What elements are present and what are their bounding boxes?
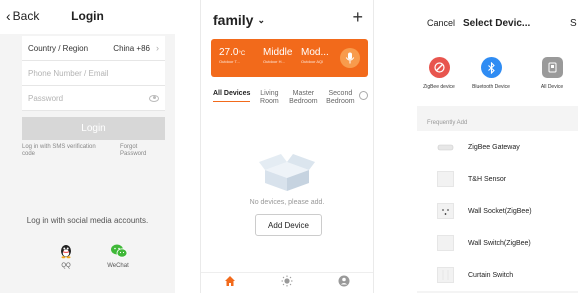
category-bluetooth[interactable]: Bluetooth Device xyxy=(461,57,521,90)
sms-login-link[interactable]: Log in with SMS verification code xyxy=(22,144,102,158)
login-form: Country / Region China +86 › Phone Numbe… xyxy=(22,36,165,111)
device-name: Wall Switch(ZigBee) xyxy=(468,239,531,247)
add-icon[interactable]: + xyxy=(352,7,363,28)
profile-icon[interactable] xyxy=(338,274,350,292)
humidity-caption: Outdoor H... xyxy=(263,59,285,64)
select-device-header: Cancel Select Devic... S xyxy=(417,0,578,44)
temperature-caption: Outdoor T... xyxy=(219,59,240,64)
microphone-icon[interactable] xyxy=(340,48,360,68)
weather-banner: 27.0°C Outdoor T... Middle Outdoor H... … xyxy=(211,39,368,77)
wechat-login-button[interactable]: WeChat xyxy=(98,243,138,269)
list-item[interactable]: T&H Sensor xyxy=(417,163,578,195)
qq-login-button[interactable]: QQ xyxy=(46,243,86,269)
device-name: T&H Sensor xyxy=(468,175,507,183)
password-placeholder: Password xyxy=(28,93,64,103)
eye-icon[interactable] xyxy=(149,94,159,102)
home-screen: family ⌄ + 27.0°C Outdoor T... Middle Ou… xyxy=(200,0,374,293)
gear-icon[interactable] xyxy=(359,91,368,100)
login-header: ‹ Back Login xyxy=(0,0,175,34)
tab-living-room[interactable]: Living Room xyxy=(257,90,281,106)
list-item[interactable]: ZigBee Gateway xyxy=(417,131,578,163)
zigbee-icon xyxy=(428,57,450,78)
tab-all-devices[interactable]: All Devices xyxy=(213,90,251,102)
category-label: Bluetooth Device xyxy=(472,84,510,90)
family-selector[interactable]: family ⌄ xyxy=(213,12,265,28)
list-item[interactable]: Curtain Switch xyxy=(417,259,578,291)
device-name: ZigBee Gateway xyxy=(468,143,520,151)
category-label: All Device xyxy=(540,84,564,90)
empty-box-illustration xyxy=(257,150,317,197)
switch-icon xyxy=(437,235,454,251)
device-icon xyxy=(541,57,563,78)
device-list: ZigBee Gateway T&H Sensor Wall Socket(Zi… xyxy=(417,131,578,291)
qq-label: QQ xyxy=(61,263,71,269)
forgot-password-link[interactable]: Forgot Password xyxy=(120,144,160,158)
socket-icon xyxy=(437,203,454,219)
page-title: Select Devic... xyxy=(463,18,531,29)
country-region-label: Country / Region xyxy=(28,43,89,53)
device-name: Curtain Switch xyxy=(468,271,514,279)
cancel-button[interactable]: Cancel xyxy=(427,18,455,28)
list-item[interactable]: Wall Switch(ZigBee) xyxy=(417,227,578,259)
device-categories: ZigBee device Bluetooth Device All Devic… xyxy=(417,44,578,106)
wechat-icon xyxy=(110,243,128,259)
login-button[interactable]: Login xyxy=(22,117,165,140)
tab-master-bedroom[interactable]: Master Bedroom xyxy=(288,90,318,106)
family-label: family xyxy=(213,12,254,28)
login-screen: ‹ Back Login Country / Region China +86 … xyxy=(0,0,175,293)
sun-icon[interactable] xyxy=(281,274,293,292)
sensor-icon xyxy=(437,171,454,187)
qq-penguin-icon xyxy=(58,243,74,259)
password-field[interactable]: Password xyxy=(22,86,165,111)
gateway-icon xyxy=(437,139,454,155)
country-region-selector[interactable]: Country / Region China +86 › xyxy=(22,36,165,61)
category-all-devices[interactable]: All Device xyxy=(522,57,578,90)
country-code-value: China +86 xyxy=(113,43,150,53)
curtain-switch-icon xyxy=(437,267,454,283)
social-login-heading: Log in with social media accounts. xyxy=(26,216,149,225)
outdoor-humidity: Middle Outdoor H... xyxy=(263,47,292,64)
aqi-value: Mod... xyxy=(301,47,329,58)
outdoor-temperature: 27.0°C Outdoor T... xyxy=(219,47,245,64)
wechat-label: WeChat xyxy=(107,263,129,269)
temperature-unit: °C xyxy=(238,51,246,57)
home-icon[interactable] xyxy=(224,274,236,292)
frequently-add-label: Frequently Add xyxy=(427,120,468,126)
temperature-value: 27.0 xyxy=(219,47,239,58)
phone-email-placeholder: Phone Number / Email xyxy=(28,68,109,78)
add-device-button[interactable]: Add Device xyxy=(255,214,322,236)
category-label: ZigBee device xyxy=(423,84,455,90)
device-name: Wall Socket(ZigBee) xyxy=(468,207,532,215)
header-overflow-text: S xyxy=(570,18,577,29)
list-item[interactable]: Wall Socket(ZigBee) xyxy=(417,195,578,227)
humidity-value: Middle xyxy=(263,47,293,58)
select-device-screen: Cancel Select Devic... S ZigBee device B… xyxy=(417,0,578,293)
tab-second-bedroom[interactable]: Second Bedroom xyxy=(325,90,355,106)
bluetooth-icon xyxy=(480,57,502,78)
aqi-caption: Outdoor AQI xyxy=(301,59,324,64)
room-tabs: All Devices Living Room Master Bedroom S… xyxy=(213,90,368,106)
page-title: Login xyxy=(71,9,104,23)
bottom-tab-bar xyxy=(201,272,373,293)
outdoor-aqi: Mod... Outdoor AQI xyxy=(301,47,329,64)
chevron-down-icon: ⌄ xyxy=(257,14,266,25)
phone-email-field[interactable]: Phone Number / Email xyxy=(22,61,165,86)
chevron-right-icon: › xyxy=(156,43,159,53)
empty-state-text: No devices, please add. xyxy=(249,199,325,206)
